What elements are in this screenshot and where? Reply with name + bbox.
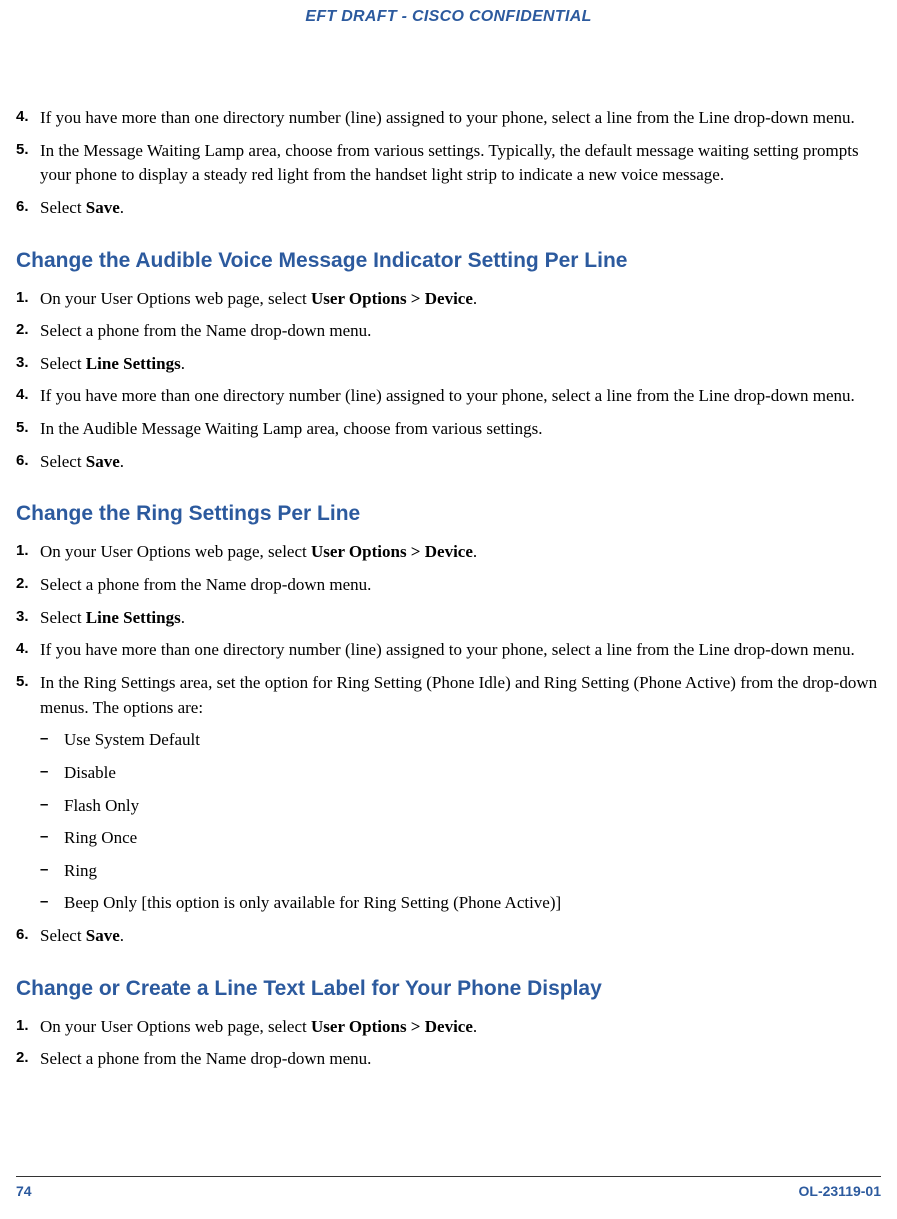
step-item: 1.On your User Options web page, select … — [16, 540, 881, 565]
step-item: 2.Select a phone from the Name drop-down… — [16, 319, 881, 344]
dash-icon: – — [40, 728, 64, 753]
section-heading: Change or Create a Line Text Label for Y… — [16, 977, 881, 1001]
dash-icon: – — [40, 891, 64, 916]
dash-icon: – — [40, 826, 64, 851]
sub-item: –Disable — [40, 761, 881, 786]
step-number: 5. — [16, 671, 40, 720]
step-text: Select a phone from the Name drop-down m… — [40, 319, 881, 344]
sub-text: Ring Once — [64, 826, 137, 851]
step-item: 1.On your User Options web page, select … — [16, 287, 881, 312]
step-number: 5. — [16, 417, 40, 442]
document-id: OL-23119-01 — [799, 1183, 882, 1199]
sub-item: –Flash Only — [40, 794, 881, 819]
step-item: 2.Select a phone from the Name drop-down… — [16, 573, 881, 598]
page-number: 74 — [16, 1183, 32, 1199]
step-text: Select Save. — [40, 196, 881, 221]
step-text: On your User Options web page, select Us… — [40, 287, 881, 312]
step-text: Select Line Settings. — [40, 606, 881, 631]
step-item: 2.Select a phone from the Name drop-down… — [16, 1047, 881, 1072]
step-item: 4.If you have more than one directory nu… — [16, 106, 881, 131]
step-item: 3.Select Line Settings. — [16, 352, 881, 377]
sub-item: –Beep Only [this option is only availabl… — [40, 891, 881, 916]
step-text: In the Message Waiting Lamp area, choose… — [40, 139, 881, 188]
step-item: 5.In the Message Waiting Lamp area, choo… — [16, 139, 881, 188]
step-number: 2. — [16, 1047, 40, 1072]
step-text: On your User Options web page, select Us… — [40, 540, 881, 565]
confidential-banner: EFT DRAFT - CISCO CONFIDENTIAL — [305, 8, 591, 25]
step-item: 1.On your User Options web page, select … — [16, 1015, 881, 1040]
sub-list: –Use System Default–Disable–Flash Only–R… — [40, 728, 881, 916]
step-item: 3.Select Line Settings. — [16, 606, 881, 631]
step-item: 6.Select Save. — [16, 450, 881, 475]
dash-icon: – — [40, 794, 64, 819]
step-number: 6. — [16, 924, 40, 949]
step-number: 1. — [16, 540, 40, 565]
step-text: Select Save. — [40, 450, 881, 475]
step-text: If you have more than one directory numb… — [40, 106, 881, 131]
page-footer: 74 OL-23119-01 — [16, 1176, 881, 1199]
step-text: In the Ring Settings area, set the optio… — [40, 671, 881, 720]
step-item: 6.Select Save. — [16, 924, 881, 949]
step-number: 4. — [16, 638, 40, 663]
sub-text: Ring — [64, 859, 97, 884]
step-item: 4.If you have more than one directory nu… — [16, 384, 881, 409]
step-number: 2. — [16, 573, 40, 598]
step-item: 5.In the Ring Settings area, set the opt… — [16, 671, 881, 720]
sub-item: –Use System Default — [40, 728, 881, 753]
step-item: 6.Select Save. — [16, 196, 881, 221]
step-text: If you have more than one directory numb… — [40, 384, 881, 409]
step-text: Select Save. — [40, 924, 881, 949]
step-item: 4.If you have more than one directory nu… — [16, 638, 881, 663]
step-text: Select Line Settings. — [40, 352, 881, 377]
step-number: 5. — [16, 139, 40, 188]
step-number: 1. — [16, 1015, 40, 1040]
step-number: 6. — [16, 196, 40, 221]
step-text: If you have more than one directory numb… — [40, 638, 881, 663]
sub-text: Beep Only [this option is only available… — [64, 891, 561, 916]
step-text: On your User Options web page, select Us… — [40, 1015, 881, 1040]
sub-item: –Ring Once — [40, 826, 881, 851]
sub-text: Disable — [64, 761, 116, 786]
step-number: 2. — [16, 319, 40, 344]
step-number: 3. — [16, 606, 40, 631]
step-text: Select a phone from the Name drop-down m… — [40, 1047, 881, 1072]
section-heading: Change the Audible Voice Message Indicat… — [16, 249, 881, 273]
step-number: 1. — [16, 287, 40, 312]
step-number: 6. — [16, 450, 40, 475]
step-item: 5.In the Audible Message Waiting Lamp ar… — [16, 417, 881, 442]
step-text: Select a phone from the Name drop-down m… — [40, 573, 881, 598]
sub-text: Use System Default — [64, 728, 200, 753]
step-number: 3. — [16, 352, 40, 377]
dash-icon: – — [40, 859, 64, 884]
dash-icon: – — [40, 761, 64, 786]
step-number: 4. — [16, 384, 40, 409]
step-text: In the Audible Message Waiting Lamp area… — [40, 417, 881, 442]
sub-item: –Ring — [40, 859, 881, 884]
page-content: 4.If you have more than one directory nu… — [0, 46, 897, 1072]
step-number: 4. — [16, 106, 40, 131]
page-header: EFT DRAFT - CISCO CONFIDENTIAL — [0, 0, 897, 46]
section-heading: Change the Ring Settings Per Line — [16, 502, 881, 526]
sub-text: Flash Only — [64, 794, 139, 819]
